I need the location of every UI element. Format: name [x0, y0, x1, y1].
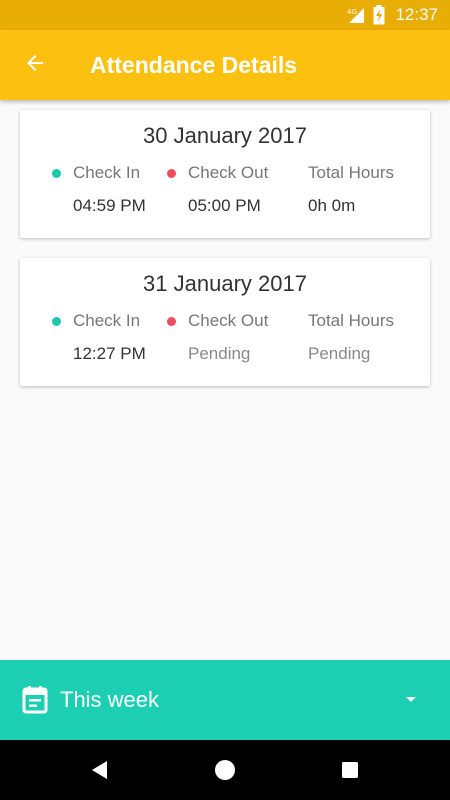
total-hours-column: Total Hours 0h 0m	[308, 162, 394, 218]
check-out-value: Pending	[188, 344, 251, 363]
check-in-dot-icon	[52, 168, 61, 178]
total-hours-value: 0h 0m	[308, 196, 356, 215]
check-out-column: Check Out 05:00 PM	[167, 162, 268, 218]
check-out-value: 05:00 PM	[188, 196, 261, 215]
total-hours-value: Pending	[308, 344, 371, 363]
page-title: Attendance Details	[90, 51, 298, 78]
app-bar: Attendance Details	[0, 30, 450, 100]
check-in-label: Check In	[52, 310, 146, 332]
card-date: 31 January 2017	[143, 271, 307, 296]
signal-icon: 4G	[347, 6, 365, 24]
attendance-list: 30 January 2017 Check In 04:59 PM Check …	[20, 110, 430, 406]
attendance-card[interactable]: 31 January 2017 Check In 12:27 PM Check …	[20, 258, 430, 386]
period-filter-dropdown[interactable]: This week	[0, 660, 450, 740]
check-out-column: Check Out Pending	[167, 310, 268, 366]
check-in-label-text: Check In	[73, 163, 141, 182]
arrow-back-icon	[23, 51, 47, 80]
check-in-value: 12:27 PM	[73, 344, 146, 363]
check-out-label-text: Check Out	[188, 311, 269, 330]
check-out-label-text: Check Out	[188, 163, 269, 182]
nav-home-icon[interactable]	[213, 758, 237, 782]
battery-icon	[373, 5, 385, 25]
total-hours-column: Total Hours Pending	[308, 310, 394, 366]
check-out-label: Check Out	[167, 310, 268, 332]
check-in-label: Check In	[52, 162, 146, 184]
check-in-value: 04:59 PM	[73, 196, 146, 215]
check-out-label: Check Out	[167, 162, 268, 184]
period-filter-label: This week	[60, 687, 160, 712]
back-button[interactable]	[0, 30, 70, 100]
total-hours-label: Total Hours	[308, 311, 394, 330]
card-date: 30 January 2017	[143, 123, 307, 148]
system-nav-bar	[0, 740, 450, 800]
nav-recents-icon[interactable]	[338, 758, 362, 782]
svg-text:4G: 4G	[347, 8, 357, 16]
total-hours-label: Total Hours	[308, 163, 394, 182]
dropdown-arrow-icon	[406, 697, 416, 703]
status-time: 12:37	[395, 5, 438, 24]
nav-back-icon[interactable]	[88, 758, 112, 782]
check-in-column: Check In 04:59 PM	[52, 162, 146, 218]
attendance-card[interactable]: 30 January 2017 Check In 04:59 PM Check …	[20, 110, 430, 238]
calendar-icon	[22, 686, 48, 714]
check-out-dot-icon	[167, 316, 176, 326]
check-in-dot-icon	[52, 316, 61, 326]
status-bar: 4G 12:37	[0, 0, 450, 30]
check-in-column: Check In 12:27 PM	[52, 310, 146, 366]
check-in-label-text: Check In	[73, 311, 141, 330]
check-out-dot-icon	[167, 168, 176, 178]
